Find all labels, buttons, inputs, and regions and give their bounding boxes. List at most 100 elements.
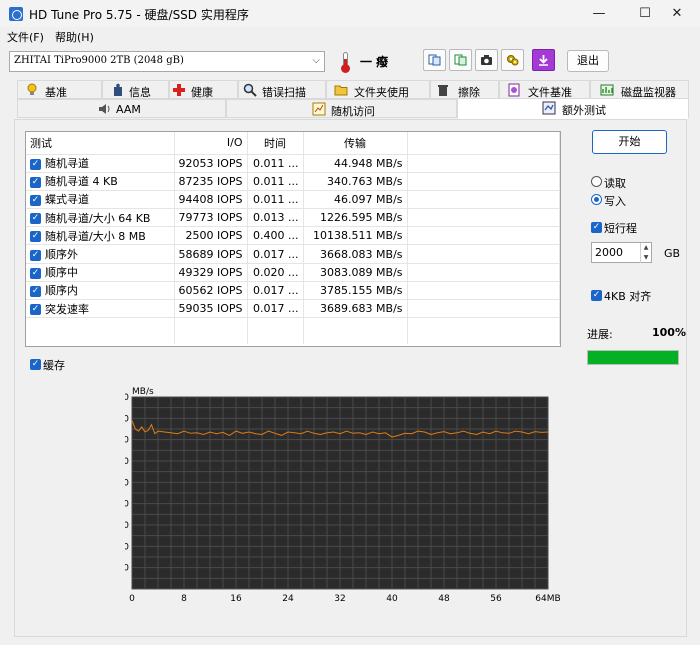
menu-file[interactable]: 文件(F) xyxy=(7,29,44,45)
table-row[interactable]: ✓ 顺序内 60562 IOPS 0.017 ... 3785.155 MB/s xyxy=(26,281,561,301)
close-button[interactable]: ✕ xyxy=(654,0,700,27)
column-header-time[interactable]: 时间 xyxy=(247,132,304,155)
empty-cell xyxy=(407,244,561,264)
empty-cell xyxy=(174,317,248,344)
drive-select[interactable]: ZHITAI TiPro9000 2TB (2048 gB) ⌵ xyxy=(9,51,325,72)
table-row[interactable]: ✓ 随机寻道/大小 64 KB 79773 IOPS 0.013 ... 1226.59… xyxy=(26,208,561,228)
test-name-cell-text: 随机寻道 xyxy=(45,157,89,171)
start-button[interactable]: 开始 xyxy=(592,130,667,154)
spin-up-icon[interactable]: ▲ xyxy=(640,243,651,253)
checkbox-checked-icon[interactable]: ✓ xyxy=(30,231,41,243)
transfer-cell-text: 10138.511 MB/s xyxy=(313,229,403,243)
screenshot-button[interactable] xyxy=(475,49,498,71)
toolbar: ZHITAI TiPro9000 2TB (2048 gB) ⌵ 一 癈 退出 xyxy=(0,45,700,77)
test-name-cell-text: 蝶式寻道 xyxy=(45,193,89,207)
options-button[interactable] xyxy=(501,49,524,71)
table-row[interactable]: ✓ 随机寻道 92053 IOPS 0.011 ... 44.948 MB/s xyxy=(26,154,561,173)
empty-cell xyxy=(407,299,561,319)
x-tick-label: 32 xyxy=(334,594,345,604)
test-name-cell-text: 随机寻道 4 KB xyxy=(45,175,118,189)
tab-health[interactable]: 健康 xyxy=(169,80,238,99)
cache-checkbox[interactable]: ✓ 缓存 xyxy=(30,357,65,372)
checkbox-checked-icon[interactable]: ✓ xyxy=(30,267,41,279)
folder-icon xyxy=(334,85,348,96)
tab-erase[interactable]: 擦除 xyxy=(430,80,499,99)
time-cell-text: 0.011 ... xyxy=(253,156,299,170)
column-header-io[interactable]: I/O xyxy=(174,132,248,155)
checkbox-checked-icon[interactable]: ✓ xyxy=(30,213,41,225)
empty-cell xyxy=(407,154,561,173)
test-name-cell: ✓ 顺序内 xyxy=(26,281,175,301)
menu-bar: 文件(F) 帮助(H) xyxy=(0,27,700,45)
tab-label: 健康 xyxy=(191,86,213,99)
copy-button[interactable] xyxy=(423,49,446,71)
x-tick-label: 24 xyxy=(282,594,294,604)
progress-bar-fill xyxy=(588,351,678,364)
filler-row xyxy=(26,317,561,344)
copy-all-button[interactable] xyxy=(449,49,472,71)
empty-cell xyxy=(407,172,561,191)
tab-aam[interactable]: AAM xyxy=(17,99,226,118)
exit-button[interactable]: 退出 xyxy=(567,50,609,72)
short-stroke-checkbox[interactable]: ✓ 短行程 xyxy=(591,220,637,235)
checkbox-checked-icon[interactable]: ✓ xyxy=(30,304,41,316)
tab-extra-tests[interactable]: 额外测试 xyxy=(457,98,689,119)
write-label: 写入 xyxy=(604,195,626,208)
tab-folder-usage[interactable]: 文件夹使用 xyxy=(326,80,430,99)
checkbox-checked-icon[interactable]: ✓ xyxy=(30,249,41,261)
transfer-cell-text: 3083.089 MB/s xyxy=(320,265,403,279)
checkbox-checked-icon[interactable]: ✓ xyxy=(30,176,41,188)
empty-cell xyxy=(407,263,561,282)
cache-label: 缓存 xyxy=(43,359,65,372)
short-stroke-spinner[interactable]: 2000 ▲ ▼ xyxy=(591,242,652,263)
y-axis-label: MB/s xyxy=(132,387,154,397)
gear-icon xyxy=(507,55,519,66)
table-row[interactable]: ✓ 突发速率 59035 IOPS 0.017 ... 3689.683 MB/s xyxy=(26,299,561,319)
short-stroke-unit: GB xyxy=(664,247,681,260)
window-title: HD Tune Pro 5.75 - 硬盘/SSD 实用程序 xyxy=(29,8,249,22)
info-icon xyxy=(114,83,122,96)
table-row[interactable]: ✓ 顺序外 58689 IOPS 0.017 ... 3668.083 MB/s xyxy=(26,244,561,264)
transfer-cell: 3668.083 MB/s xyxy=(303,244,408,264)
time-cell: 0.011 ... xyxy=(247,154,304,173)
table-row[interactable]: ✓ 随机寻道/大小 8 MB 2500 IOPS 0.400 ... 10138.511… xyxy=(26,226,561,246)
tab-random-access[interactable]: 随机访问 xyxy=(226,99,457,118)
spin-down-icon[interactable]: ▼ xyxy=(640,253,651,263)
table-row[interactable]: ✓ 随机寻道 4 KB 87235 IOPS 0.011 ... 340.763 MB/… xyxy=(26,172,561,191)
table-row[interactable]: ✓ 顺序中 49329 IOPS 0.020 ... 3083.089 MB/s xyxy=(26,263,561,282)
minimize-button[interactable]: — xyxy=(576,0,622,27)
align-4kb-checkbox[interactable]: ✓ 4KB 对齐 xyxy=(591,288,651,303)
transfer-chart: 500 1000 1500 2000 2500 3000 3500 4000 4500 0 8 16 2… xyxy=(106,385,565,605)
test-name-cell: ✓ 顺序中 xyxy=(26,263,175,282)
progress-label: 进展: xyxy=(587,328,613,341)
y-tick-label: 1500 xyxy=(125,521,129,531)
tab-error-scan[interactable]: 错误扫描 xyxy=(238,80,326,99)
column-header-transfer[interactable]: 传输 xyxy=(303,132,408,155)
tab-label: 文件夹使用 xyxy=(354,86,409,99)
time-cell: 0.017 ... xyxy=(247,299,304,319)
tab-strip: 基准 信息 健康 错误扫描 文件夹使用 擦除 文件基准 磁盘监视器 AAM 随机… xyxy=(0,80,700,120)
results-header-row: 测试 I/O 时间 传输 xyxy=(26,132,561,155)
checkbox-checked-icon[interactable]: ✓ xyxy=(30,158,41,170)
tab-benchmark[interactable]: 基准 xyxy=(17,80,102,99)
test-name-cell: ✓ 蝶式寻道 xyxy=(26,190,175,210)
test-name-cell: ✓ 突发速率 xyxy=(26,299,175,319)
checkbox-checked-icon[interactable]: ✓ xyxy=(30,194,41,206)
tab-disk-monitor[interactable]: 磁盘监视器 xyxy=(590,80,689,99)
column-header-test[interactable]: 测试 xyxy=(26,132,175,155)
menu-help[interactable]: 帮助(H) xyxy=(55,29,94,45)
save-button[interactable] xyxy=(532,49,555,71)
transfer-cell: 3083.089 MB/s xyxy=(303,263,408,282)
checkbox-checked-icon[interactable]: ✓ xyxy=(30,285,41,297)
speaker-icon xyxy=(99,104,110,114)
table-row[interactable]: ✓ 蝶式寻道 94408 IOPS 0.011 ... 46.097 MB/s xyxy=(26,190,561,210)
write-radio[interactable]: 写入 xyxy=(591,193,671,208)
tab-info[interactable]: 信息 xyxy=(102,80,169,99)
short-stroke-value: 2000 xyxy=(595,246,623,259)
read-radio[interactable]: 读取 xyxy=(591,175,671,190)
x-tick-label: 40 xyxy=(386,594,398,604)
tab-file-benchmark[interactable]: 文件基准 xyxy=(499,80,590,99)
short-stroke-label: 短行程 xyxy=(604,222,637,235)
transfer-cell-text: 3668.083 MB/s xyxy=(320,247,403,261)
time-cell-text: 0.400 ... xyxy=(253,229,299,243)
